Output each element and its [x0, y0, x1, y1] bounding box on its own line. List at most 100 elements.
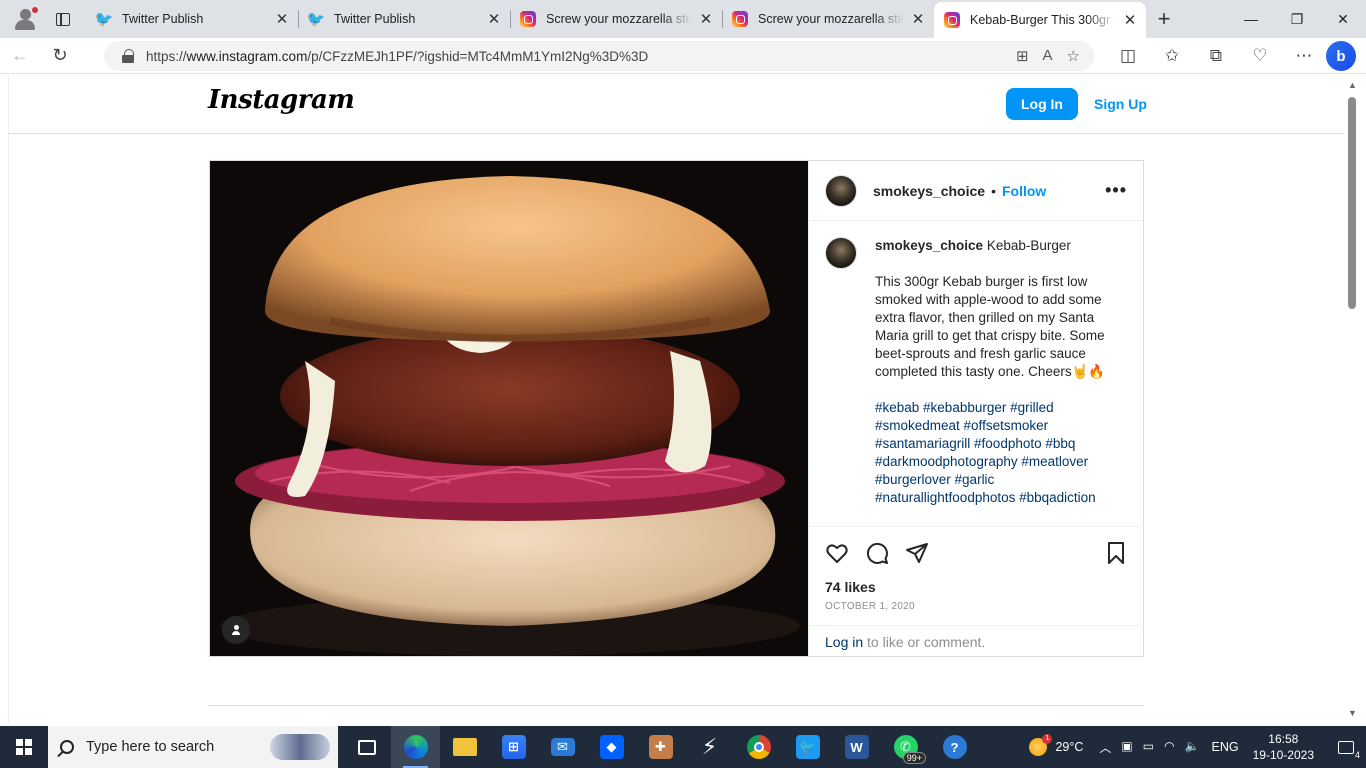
bing-copilot-icon[interactable]: b [1326, 41, 1356, 71]
scroll-up-icon[interactable]: ▲ [1348, 80, 1357, 90]
meet-now-icon[interactable]: ▣ [1121, 739, 1132, 756]
scroll-down-icon[interactable]: ▼ [1348, 708, 1357, 718]
author-avatar[interactable] [825, 174, 857, 207]
store-icon: ⊞ [501, 735, 526, 759]
search-highlight-image [270, 734, 330, 760]
sign-up-link[interactable]: Sign Up [1094, 96, 1147, 112]
lightning-app-icon: ⚡ [701, 734, 718, 759]
taskbar-search[interactable]: Type here to search [48, 726, 338, 768]
taskbar-dropbox[interactable]: ◆ [587, 726, 636, 768]
apps-grid-icon[interactable]: ⊞ [1016, 47, 1029, 65]
split-screen-icon[interactable]: ◫ [1106, 46, 1150, 66]
mail-icon: ✉ [550, 738, 575, 756]
taskbar-mail[interactable]: ✉ [538, 726, 587, 768]
tab-close-icon[interactable]: ✕ [1122, 11, 1138, 29]
start-button[interactable] [0, 726, 48, 768]
restore-icon[interactable]: ❐ [1274, 0, 1320, 38]
minimize-icon[interactable]: — [1228, 0, 1274, 38]
tab-close-icon[interactable]: ✕ [274, 10, 290, 28]
like-heart-icon[interactable] [825, 541, 849, 565]
log-in-button[interactable]: Log In [1006, 88, 1078, 120]
search-icon [60, 740, 74, 754]
scrollbar-thumb[interactable] [1348, 97, 1356, 309]
system-clock[interactable]: 16:58 19-10-2023 [1253, 731, 1314, 763]
profile-avatar-icon[interactable] [0, 0, 40, 38]
comment-prompt-text: to like or comment. [863, 634, 986, 650]
temperature: 29°C [1055, 740, 1084, 754]
tab-close-icon[interactable]: ✕ [698, 10, 714, 28]
instagram-icon [944, 12, 960, 28]
taskbar-whatsapp[interactable]: ✆ 99+ [881, 726, 930, 768]
taskbar-twitter[interactable]: 🐦 [783, 726, 832, 768]
share-paper-plane-icon[interactable] [905, 541, 929, 565]
author-username[interactable]: smokeys_choice [873, 183, 985, 199]
tab-title: Screw your mozzarella stick [546, 12, 692, 26]
browser-tab[interactable]: Screw your mozzarella stick ✕ [722, 0, 934, 38]
follow-button[interactable]: Follow [1002, 183, 1046, 199]
instagram-icon [520, 11, 536, 27]
taskbar-store[interactable]: ⊞ [489, 726, 538, 768]
tab-title: Kebab-Burger This 300gr Ke [970, 13, 1116, 27]
caption-hashtags[interactable]: #kebab #kebabburger #grilled #smokedmeat… [875, 399, 1120, 507]
weather-widget[interactable]: 29°C [1029, 734, 1084, 756]
folder-icon [452, 738, 477, 756]
taskbar-edge[interactable] [391, 726, 440, 768]
windows-taskbar: Type here to search ⊞ ✉ ◆ ✚ ⚡ 🐦 W ✆ 99+ ?… [0, 726, 1366, 768]
help-icon: ? [942, 735, 967, 759]
likes-count[interactable]: 74 likes [825, 579, 1128, 595]
tab-actions-icon[interactable] [40, 0, 86, 38]
taskbar-chrome[interactable] [734, 726, 783, 768]
wifi-icon[interactable]: ◠ [1164, 739, 1174, 756]
browser-tab-active[interactable]: Kebab-Burger This 300gr Ke ✕ [934, 2, 1146, 38]
more-options-icon[interactable]: ••• [1105, 180, 1127, 201]
lock-icon[interactable] [122, 49, 136, 63]
refresh-icon[interactable]: ↻ [40, 39, 80, 73]
tagged-people-button[interactable] [222, 616, 250, 644]
post-photo[interactable] [210, 161, 808, 656]
twitter-bird-icon: 🐦 [306, 11, 326, 28]
tab-close-icon[interactable]: ✕ [486, 10, 502, 28]
word-icon: W [844, 735, 869, 759]
favorites-icon[interactable]: ✩ [1150, 46, 1194, 66]
notification-center-button[interactable]: 4 [1326, 726, 1366, 768]
volume-icon[interactable]: 🔈 [1185, 739, 1200, 756]
battery-icon[interactable]: ▭ [1143, 739, 1154, 756]
collections-icon[interactable]: ⧉ [1194, 46, 1238, 66]
caption-username[interactable]: smokeys_choice [875, 238, 983, 253]
taskbar-game-app[interactable]: ✚ [636, 726, 685, 768]
window-close-icon[interactable]: ✕ [1320, 0, 1366, 38]
caption-author-avatar[interactable] [825, 237, 857, 269]
log-in-link[interactable]: Log in [825, 634, 863, 650]
browser-tab[interactable]: 🐦 Twitter Publish ✕ [298, 0, 510, 38]
taskbar-word[interactable]: W [832, 726, 881, 768]
taskbar-file-explorer[interactable] [440, 726, 489, 768]
task-view-button[interactable] [342, 726, 391, 768]
chrome-icon [746, 735, 771, 759]
edge-icon [403, 735, 428, 759]
more-menu-icon[interactable]: ⋯ [1282, 46, 1326, 66]
post-caption: smokeys_choice Kebab-Burger This 300gr K… [809, 221, 1143, 526]
new-tab-button[interactable]: + [1146, 0, 1182, 38]
post-author-header: smokeys_choice • Follow ••• [809, 161, 1143, 221]
performance-heart-icon[interactable]: ♡ [1238, 46, 1282, 66]
caption-title: Kebab-Burger [986, 238, 1071, 253]
save-bookmark-icon[interactable] [1104, 541, 1128, 565]
taskbar-help[interactable]: ? [930, 726, 979, 768]
favorite-star-icon[interactable]: ☆ [1067, 47, 1080, 65]
input-language[interactable]: ENG [1212, 740, 1239, 754]
read-aloud-icon[interactable]: A [1043, 47, 1053, 65]
instagram-icon [732, 11, 748, 27]
url-text[interactable]: https://www.instagram.com/p/CFzzMEJh1PF/… [146, 49, 1016, 64]
address-bar[interactable]: https://www.instagram.com/p/CFzzMEJh1PF/… [104, 41, 1094, 71]
post-card: smokeys_choice • Follow ••• smokeys_choi… [209, 160, 1144, 657]
page-scrollbar[interactable]: ▲ ▼ [1344, 75, 1360, 723]
browser-tab[interactable]: Screw your mozzarella stick ✕ [510, 0, 722, 38]
comment-bubble-icon[interactable] [865, 541, 889, 565]
instagram-logo[interactable]: Instagram [208, 85, 355, 115]
browser-tab[interactable]: 🐦 Twitter Publish ✕ [86, 0, 298, 38]
windows-logo-icon [16, 739, 32, 755]
show-hidden-icons-icon[interactable]: ︿ [1099, 739, 1111, 756]
back-icon[interactable]: ← [0, 39, 40, 73]
tab-close-icon[interactable]: ✕ [910, 10, 926, 28]
taskbar-app-lightning[interactable]: ⚡ [685, 726, 734, 768]
